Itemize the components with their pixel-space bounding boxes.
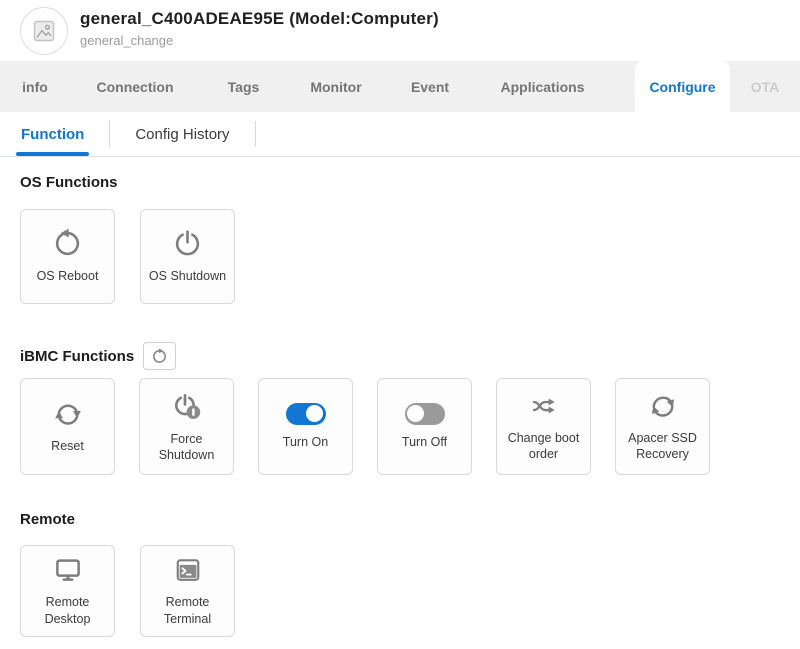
reset-button[interactable]: Reset bbox=[20, 378, 115, 475]
toggle-knob bbox=[306, 405, 323, 422]
toggle-off-switch[interactable] bbox=[405, 403, 445, 425]
turn-on-button[interactable]: Turn On bbox=[258, 378, 353, 475]
subtab-divider bbox=[255, 121, 256, 147]
ssd-recovery-icon bbox=[648, 391, 678, 421]
change-boot-order-button[interactable]: Change boot order bbox=[496, 378, 591, 475]
device-header: general_C400ADEAE95E (Model:Computer) ge… bbox=[0, 0, 800, 61]
force-shutdown-button[interactable]: Force Shutdown bbox=[139, 378, 234, 475]
turn-off-button[interactable]: Turn Off bbox=[377, 378, 472, 475]
tab-configure[interactable]: Configure bbox=[635, 61, 730, 112]
os-shutdown-button[interactable]: OS Shutdown bbox=[140, 209, 235, 304]
page-title: general_C400ADEAE95E (Model:Computer) bbox=[80, 9, 439, 29]
subtab-function[interactable]: Function bbox=[18, 112, 87, 156]
subtab-config-history[interactable]: Config History bbox=[132, 112, 232, 156]
power-icon bbox=[172, 228, 203, 259]
shuffle-icon bbox=[529, 391, 559, 421]
device-avatar bbox=[20, 7, 68, 55]
card-label: OS Reboot bbox=[32, 268, 104, 284]
remote-terminal-button[interactable]: Remote Terminal bbox=[140, 545, 235, 637]
section-title-ibmc-functions: iBMC Functions bbox=[20, 348, 134, 365]
remote-row: Remote Desktop Remote Terminal bbox=[20, 545, 780, 637]
tab-info[interactable]: info bbox=[0, 61, 70, 112]
function-panel: OS Functions OS Reboot OS Shutdown iBMC … bbox=[0, 174, 800, 637]
card-label: Remote Desktop bbox=[21, 594, 114, 627]
card-label: Remote Terminal bbox=[141, 594, 234, 627]
section-title-remote: Remote bbox=[20, 511, 75, 528]
card-label: Reset bbox=[46, 438, 89, 454]
card-label: Turn On bbox=[278, 434, 333, 450]
tab-monitor[interactable]: Monitor bbox=[287, 61, 385, 112]
toggle-knob bbox=[407, 405, 424, 422]
apacer-ssd-recovery-button[interactable]: Apacer SSD Recovery bbox=[615, 378, 710, 475]
card-label: Turn Off bbox=[397, 434, 452, 450]
remote-desktop-button[interactable]: Remote Desktop bbox=[20, 545, 115, 637]
terminal-icon bbox=[173, 555, 203, 585]
ibmc-refresh-button[interactable] bbox=[143, 342, 176, 370]
monitor-icon bbox=[53, 555, 83, 585]
tab-event[interactable]: Event bbox=[385, 61, 475, 112]
reboot-icon bbox=[52, 228, 83, 259]
tab-ota[interactable]: OTA bbox=[730, 61, 800, 112]
sub-tab-bar: Function Config History bbox=[0, 112, 800, 157]
sync-icon bbox=[53, 399, 83, 429]
tab-connection[interactable]: Connection bbox=[70, 61, 200, 112]
subtab-divider bbox=[109, 121, 110, 147]
force-shutdown-icon bbox=[171, 390, 203, 422]
card-label: Apacer SSD Recovery bbox=[616, 430, 709, 463]
ibmc-functions-row: Reset Force Shutdown Turn On Turn Off bbox=[20, 378, 780, 475]
tab-tags[interactable]: Tags bbox=[200, 61, 287, 112]
tab-applications[interactable]: Applications bbox=[475, 61, 610, 112]
card-label: Change boot order bbox=[497, 430, 590, 463]
os-functions-row: OS Reboot OS Shutdown bbox=[20, 209, 780, 304]
section-title-os-functions: OS Functions bbox=[20, 174, 118, 191]
tab-bar: info Connection Tags Monitor Event Appli… bbox=[0, 61, 800, 112]
page-subtitle: general_change bbox=[80, 33, 439, 48]
os-reboot-button[interactable]: OS Reboot bbox=[20, 209, 115, 304]
card-label: Force Shutdown bbox=[140, 431, 233, 464]
toggle-on-switch[interactable] bbox=[286, 403, 326, 425]
refresh-icon bbox=[151, 348, 168, 365]
image-placeholder-icon bbox=[32, 19, 56, 43]
card-label: OS Shutdown bbox=[144, 268, 231, 284]
